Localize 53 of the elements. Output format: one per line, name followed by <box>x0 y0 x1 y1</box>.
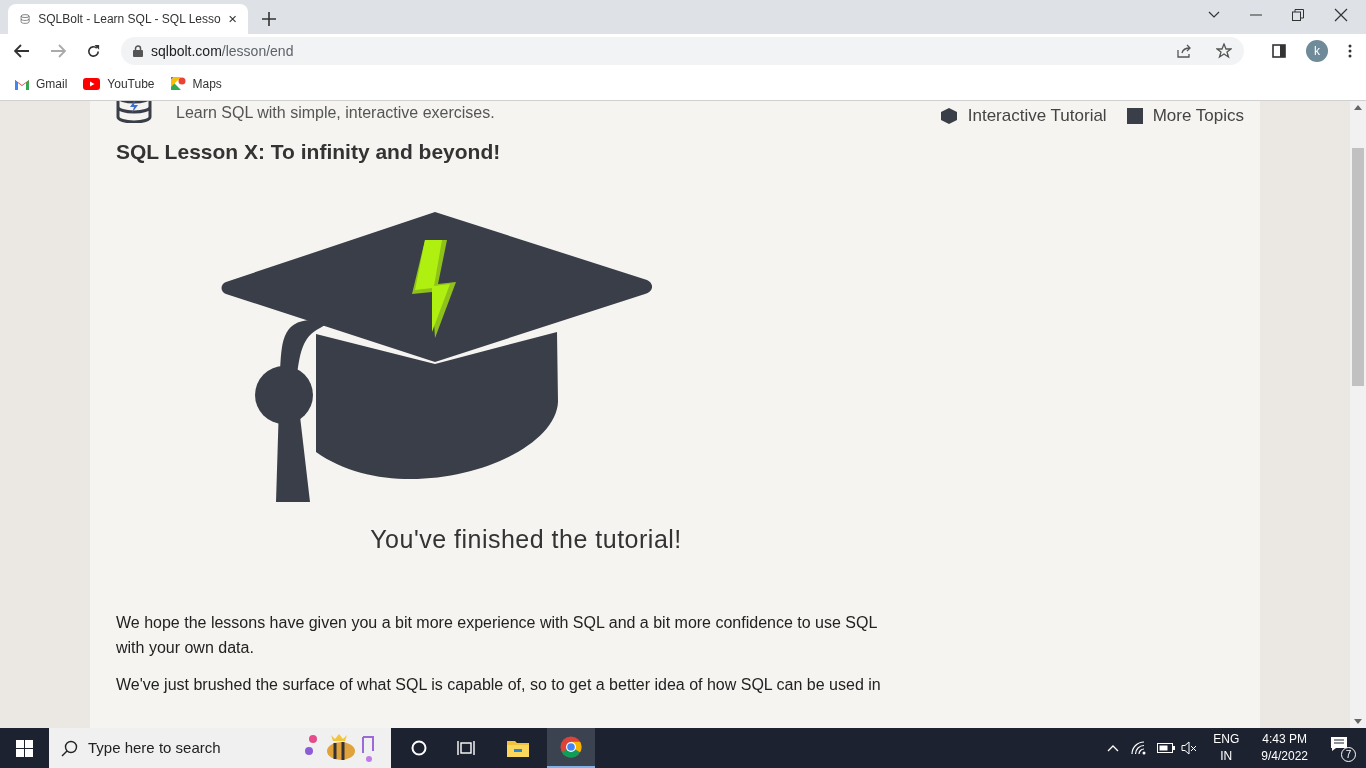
database-icon <box>20 12 31 26</box>
new-tab-icon[interactable] <box>262 12 276 26</box>
search-placeholder: Type here to search <box>88 737 222 758</box>
video-play-icon <box>83 78 101 90</box>
share-icon[interactable] <box>1176 43 1192 59</box>
back-arrow-icon[interactable] <box>14 44 30 58</box>
reload-icon[interactable] <box>86 43 101 59</box>
completion-message: You've finished the tutorial! <box>370 523 682 555</box>
close-icon[interactable] <box>228 14 236 24</box>
windows-start-icon[interactable] <box>16 739 33 757</box>
body-paragraph: We've just brushed the surface of what SQL is capable of, so to get a better idea of how SQL can be used in <box>116 675 882 695</box>
url-text: sqlbolt.com/lesson/end <box>151 41 294 61</box>
bookmark-link[interactable]: YouTube <box>83 75 155 93</box>
close-icon[interactable] <box>1334 8 1348 22</box>
nav-link[interactable]: Interactive Tutorial <box>939 103 1107 129</box>
cube-icon <box>939 106 958 125</box>
notification-count: 7 <box>1341 747 1356 762</box>
folder-icon[interactable] <box>507 739 529 757</box>
cortana-icon[interactable] <box>411 740 427 756</box>
wifi-icon[interactable] <box>1131 741 1148 755</box>
scrollbar[interactable] <box>1350 101 1366 728</box>
chevron-up-icon[interactable] <box>1107 744 1120 752</box>
lesson-heading: SQL Lesson X: To infinity and beyond! <box>116 139 502 165</box>
language-indicator[interactable]: ENG IN <box>1207 731 1246 765</box>
restore-icon[interactable] <box>1292 9 1304 21</box>
map-pin-icon <box>170 76 186 92</box>
bookmark-link[interactable]: Maps <box>170 75 222 93</box>
body-paragraph: We hope the lessons have given you a bit more experience with SQL and a bit more confidence to use SQL with your own data. <box>116 613 878 658</box>
nav-link[interactable]: More Topics <box>1126 103 1244 129</box>
address-bar[interactable]: sqlbolt.com/lesson/end <box>121 37 1244 65</box>
profile-avatar[interactable]: k <box>1306 40 1328 62</box>
bookmark-link[interactable]: Gmail <box>15 75 68 93</box>
clock[interactable]: 4:43 PM 9/4/2022 <box>1255 731 1314 765</box>
search-icon <box>61 739 78 757</box>
gmail-icon <box>15 78 29 90</box>
chrome-taskbar-button[interactable] <box>547 728 595 768</box>
task-view-icon[interactable] <box>457 740 475 756</box>
muted-speaker-icon[interactable] <box>1181 741 1198 755</box>
taskbar-search-field[interactable]: Type here to search <box>49 728 391 768</box>
chrome-icon <box>560 736 582 758</box>
lock-icon <box>133 45 143 57</box>
browser-tab[interactable]: SQLBolt - Learn SQL - SQL Lesso <box>8 4 248 34</box>
side-panel-icon[interactable] <box>1272 44 1286 58</box>
battery-icon[interactable] <box>1157 743 1176 753</box>
chevron-down-icon[interactable] <box>1208 11 1220 19</box>
tab-title: SQLBolt - Learn SQL - SQL Lesso <box>38 11 221 28</box>
notification-icon <box>1330 736 1348 752</box>
scroll-down-icon[interactable] <box>1354 719 1362 724</box>
tagline: Learn SQL with simple, interactive exercises. <box>176 103 495 123</box>
scroll-up-icon[interactable] <box>1354 105 1362 110</box>
menu-icon[interactable] <box>1348 44 1352 58</box>
star-icon[interactable] <box>1216 43 1232 59</box>
square-icon <box>1126 107 1143 124</box>
